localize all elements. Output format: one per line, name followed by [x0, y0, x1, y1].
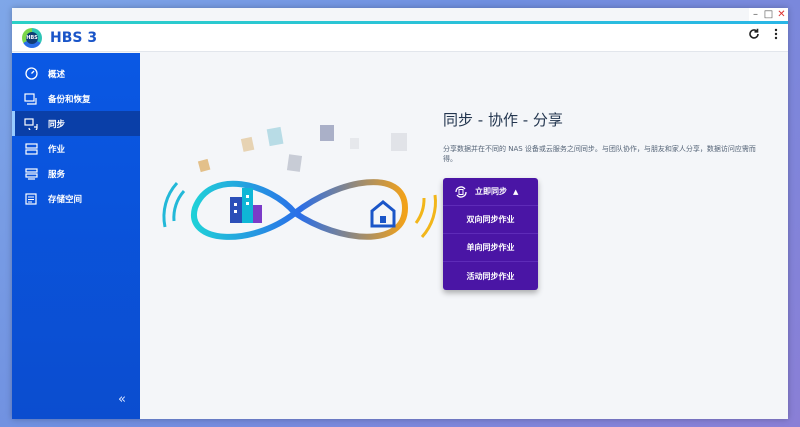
main-content: 同步 - 协作 - 分享 分享数据并在不同的 NAS 设备或云服务之间同步。与团…	[140, 53, 788, 419]
services-icon	[24, 167, 38, 180]
more-vertical-icon[interactable]	[774, 28, 778, 44]
close-button[interactable]: ✕	[775, 8, 788, 21]
app-title: HBS 3	[50, 29, 98, 46]
sidebar-item-label: 概述	[48, 69, 66, 80]
sidebar-item-services[interactable]: 服务	[12, 161, 140, 186]
maximize-button[interactable]: □	[762, 8, 775, 21]
sync-now-menu: 立即同步 ▲ 双向同步作业 单向同步作业 活动同步作业	[443, 178, 538, 290]
sidebar: 概述 备份和恢复 同步 作业 服务 存储空间 «	[12, 53, 140, 419]
page-headline: 同步 - 协作 - 分享	[443, 111, 563, 129]
jobs-icon	[24, 142, 38, 155]
sync-now-button[interactable]: 立即同步 ▲	[443, 178, 538, 206]
backup-restore-icon	[24, 92, 38, 105]
app-header: HBS HBS 3	[12, 24, 788, 52]
sidebar-item-label: 同步	[48, 119, 66, 130]
sidebar-item-storage[interactable]: 存储空间	[12, 186, 140, 211]
home-icon	[370, 200, 396, 228]
caret-up-icon: ▲	[513, 187, 519, 196]
menu-item-one-way-sync[interactable]: 单向同步作业	[443, 234, 538, 262]
gauge-icon	[24, 67, 38, 80]
sidebar-item-label: 存储空间	[48, 194, 83, 205]
logo-text: HBS	[26, 31, 38, 44]
sidebar-item-label: 作业	[48, 144, 66, 155]
menu-item-active-sync[interactable]: 活动同步作业	[443, 262, 538, 290]
app-window: – □ ✕ HBS HBS 3 概述 备份和恢复 同步 作业 服务 存储空间 «…	[12, 8, 788, 419]
sidebar-collapse-button[interactable]: «	[118, 392, 126, 407]
sync-illustration	[150, 113, 440, 287]
hbs-logo-icon: HBS	[22, 27, 42, 48]
sidebar-item-jobs[interactable]: 作业	[12, 136, 140, 161]
sync-icon	[24, 117, 38, 130]
sidebar-item-label: 服务	[48, 169, 66, 180]
sync-now-label: 立即同步	[475, 187, 507, 196]
storage-icon	[24, 192, 38, 205]
sidebar-item-backup-restore[interactable]: 备份和恢复	[12, 86, 140, 111]
sidebar-item-sync[interactable]: 同步	[12, 111, 140, 136]
window-controls: – □ ✕	[749, 8, 788, 21]
sync-now-icon	[453, 184, 469, 200]
sidebar-item-label: 备份和恢复	[48, 94, 91, 105]
sidebar-item-overview[interactable]: 概述	[12, 61, 140, 86]
minimize-button[interactable]: –	[749, 8, 762, 21]
building-icon	[230, 188, 262, 223]
page-description: 分享数据并在不同的 NAS 设备或云服务之间同步。与团队协作，与朋友和家人分享，…	[443, 145, 756, 163]
refresh-icon[interactable]	[748, 28, 760, 44]
menu-item-two-way-sync[interactable]: 双向同步作业	[443, 206, 538, 234]
